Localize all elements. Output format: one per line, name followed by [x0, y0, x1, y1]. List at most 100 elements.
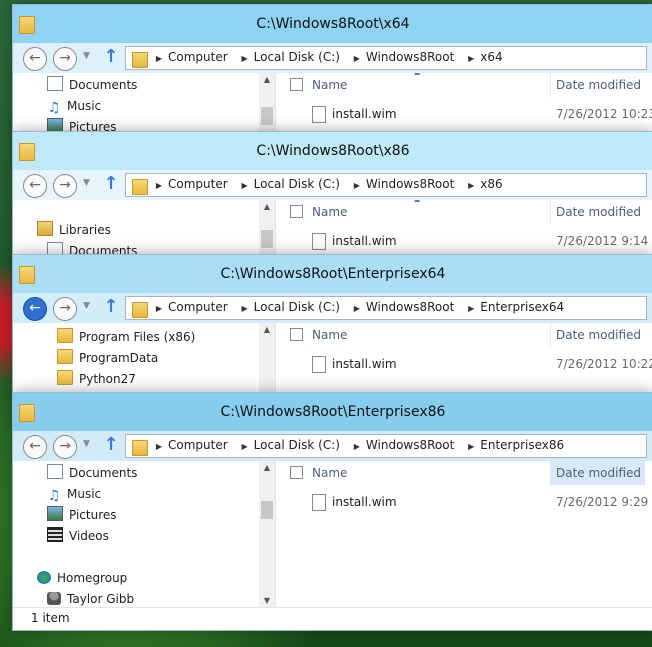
- title-bar[interactable]: C:\Windows8Root\Enterprisex86: [13, 393, 652, 431]
- forward-button[interactable]: →: [53, 435, 77, 459]
- breadcrumb-local-disk[interactable]: ▶ Local Disk (C:): [241, 435, 339, 457]
- homegroup-icon: [37, 571, 51, 584]
- title-bar[interactable]: C:\Windows8Root\x86: [13, 132, 652, 170]
- status-bar: 1 item: [13, 607, 652, 630]
- scrollbar-thumb[interactable]: [261, 501, 273, 519]
- recent-locations-dropdown-icon[interactable]: ▼: [83, 439, 90, 449]
- column-separator[interactable]: [550, 323, 551, 347]
- column-date-modified[interactable]: Date modified: [556, 328, 641, 342]
- scroll-up-arrow-icon[interactable]: ▲: [259, 200, 275, 214]
- breadcrumb-computer[interactable]: ▶ Computer: [156, 47, 228, 69]
- nav-item-music[interactable]: ♫ Music: [47, 96, 101, 116]
- nav-item-documents[interactable]: Documents: [47, 75, 137, 95]
- nav-item-programdata[interactable]: ProgramData: [57, 348, 158, 368]
- breadcrumb-computer[interactable]: ▶ Computer: [156, 435, 228, 457]
- column-name[interactable]: Name: [312, 78, 347, 92]
- breadcrumb-local-disk[interactable]: ▶ Local Disk (C:): [241, 47, 339, 69]
- recent-locations-dropdown-icon[interactable]: ▼: [83, 51, 90, 61]
- nav-item-program-files-x86[interactable]: Program Files (x86): [57, 327, 195, 347]
- file-row[interactable]: install.wim 7/26/2012 9:29 AM: [276, 491, 652, 515]
- column-name[interactable]: Name: [312, 328, 347, 342]
- file-name: install.wim: [332, 107, 397, 121]
- navigation-pane: Documents ♫ Music Pictures: [13, 73, 273, 135]
- nav-scrollbar[interactable]: ▲: [259, 73, 275, 135]
- explorer-window-x86[interactable]: C:\Windows8Root\x86 ← → ▼ ↑ ▶ Computer ▶ L…: [12, 131, 652, 263]
- explorer-window-enterprisex86[interactable]: C:\Windows8Root\Enterprisex86 ← → ▼ ↑ ▶ C…: [12, 392, 652, 631]
- back-button[interactable]: ←: [23, 435, 47, 459]
- scroll-up-arrow-icon[interactable]: ▲: [259, 73, 275, 87]
- breadcrumb-computer[interactable]: ▶ Computer: [156, 297, 228, 319]
- breadcrumb-current[interactable]: ▶ x86: [468, 174, 503, 196]
- up-arrow-icon[interactable]: ↑: [101, 175, 121, 195]
- nav-item-libraries[interactable]: Libraries: [37, 220, 111, 240]
- address-bar[interactable]: ▶ Computer ▶ Local Disk (C:) ▶ Windows8Root…: [125, 46, 647, 70]
- select-all-checkbox[interactable]: [290, 78, 303, 91]
- nav-item-music[interactable]: ♫ Music: [47, 484, 101, 504]
- nav-item-taylor-gibb[interactable]: Taylor Gibb: [47, 589, 134, 608]
- scroll-down-arrow-icon[interactable]: ▼: [259, 594, 275, 608]
- column-date-modified[interactable]: Date modified: [550, 461, 646, 485]
- sort-caret-icon: ▲: [414, 73, 420, 76]
- title-bar[interactable]: C:\Windows8Root\x64: [13, 5, 652, 43]
- breadcrumb-windows8root[interactable]: ▶ Windows8Root: [354, 47, 455, 69]
- breadcrumb-local-disk[interactable]: ▶ Local Disk (C:): [241, 174, 339, 196]
- back-button[interactable]: ←: [23, 297, 47, 321]
- column-date-modified[interactable]: Date modified: [556, 205, 641, 219]
- scrollbar-thumb[interactable]: [261, 230, 273, 248]
- forward-button[interactable]: →: [53, 47, 77, 71]
- scroll-up-arrow-icon[interactable]: ▲: [259, 323, 275, 337]
- nav-item-documents[interactable]: Documents: [47, 463, 137, 483]
- scroll-up-arrow-icon[interactable]: ▲: [259, 461, 275, 475]
- forward-button[interactable]: →: [53, 174, 77, 198]
- recent-locations-dropdown-icon[interactable]: ▼: [83, 301, 90, 311]
- nav-scrollbar[interactable]: ▲: [259, 323, 275, 397]
- file-icon: [312, 494, 326, 511]
- back-button[interactable]: ←: [23, 47, 47, 71]
- recent-locations-dropdown-icon[interactable]: ▼: [83, 178, 90, 188]
- select-all-checkbox[interactable]: [290, 466, 303, 479]
- breadcrumb-local-disk[interactable]: ▶ Local Disk (C:): [241, 297, 339, 319]
- file-icon: [312, 106, 326, 123]
- column-name[interactable]: Name: [312, 466, 347, 480]
- file-row[interactable]: install.wim 7/26/2012 10:23 AM: [276, 103, 652, 127]
- breadcrumb-windows8root[interactable]: ▶ Windows8Root: [354, 297, 455, 319]
- nav-scrollbar[interactable]: ▲: [259, 200, 275, 262]
- breadcrumb-current[interactable]: ▶ x64: [468, 47, 503, 69]
- column-date-modified[interactable]: Date modified: [556, 78, 641, 92]
- column-header: Name Date modified: [276, 461, 652, 485]
- content-area: Program Files (x86) ProgramData Python27…: [13, 323, 652, 397]
- file-row[interactable]: install.wim 7/26/2012 10:22 AM: [276, 353, 652, 377]
- nav-item-videos[interactable]: Videos: [47, 526, 109, 546]
- explorer-window-enterprisex64[interactable]: C:\Windows8Root\Enterprisex64 ← → ▼ ↑ ▶ C…: [12, 254, 652, 398]
- breadcrumb-windows8root[interactable]: ▶ Windows8Root: [354, 435, 455, 457]
- up-arrow-icon[interactable]: ↑: [101, 298, 121, 318]
- address-bar[interactable]: ▶ Computer ▶ Local Disk (C:) ▶ Windows8Root…: [125, 173, 647, 197]
- forward-button[interactable]: →: [53, 297, 77, 321]
- videos-icon: [47, 527, 63, 542]
- address-bar[interactable]: ▶ Computer ▶ Local Disk (C:) ▶ Windows8Root…: [125, 434, 647, 458]
- title-bar[interactable]: C:\Windows8Root\Enterprisex64: [13, 255, 652, 293]
- breadcrumb-current[interactable]: ▶ Enterprisex64: [468, 297, 564, 319]
- up-arrow-icon[interactable]: ↑: [101, 48, 121, 68]
- nav-scrollbar[interactable]: ▲ ▼: [259, 461, 275, 608]
- folder-icon: [132, 439, 148, 456]
- file-row[interactable]: install.wim 7/26/2012 9:14 AM: [276, 230, 652, 254]
- nav-item-pictures[interactable]: Pictures: [47, 505, 117, 525]
- breadcrumb-computer[interactable]: ▶ Computer: [156, 174, 228, 196]
- address-bar[interactable]: ▶ Computer ▶ Local Disk (C:) ▶ Windows8Root…: [125, 296, 647, 320]
- up-arrow-icon[interactable]: ↑: [101, 436, 121, 456]
- breadcrumb-current[interactable]: ▶ Enterprisex86: [468, 435, 564, 457]
- explorer-window-x64[interactable]: C:\Windows8Root\x64 ← → ▼ ↑ ▶ Computer ▶ L…: [12, 4, 652, 136]
- nav-item-homegroup[interactable]: Homegroup: [37, 568, 127, 588]
- select-all-checkbox[interactable]: [290, 328, 303, 341]
- breadcrumb-windows8root[interactable]: ▶ Windows8Root: [354, 174, 455, 196]
- scrollbar-thumb[interactable]: [261, 107, 273, 125]
- column-separator[interactable]: [550, 73, 551, 97]
- column-name[interactable]: Name: [312, 205, 347, 219]
- column-separator[interactable]: [550, 200, 551, 224]
- content-area: Documents ♫ Music Pictures Videos Homegro…: [13, 461, 652, 630]
- select-all-checkbox[interactable]: [290, 205, 303, 218]
- sort-caret-icon: ▲: [414, 200, 420, 203]
- back-button[interactable]: ←: [23, 174, 47, 198]
- nav-item-python27[interactable]: Python27: [57, 369, 136, 389]
